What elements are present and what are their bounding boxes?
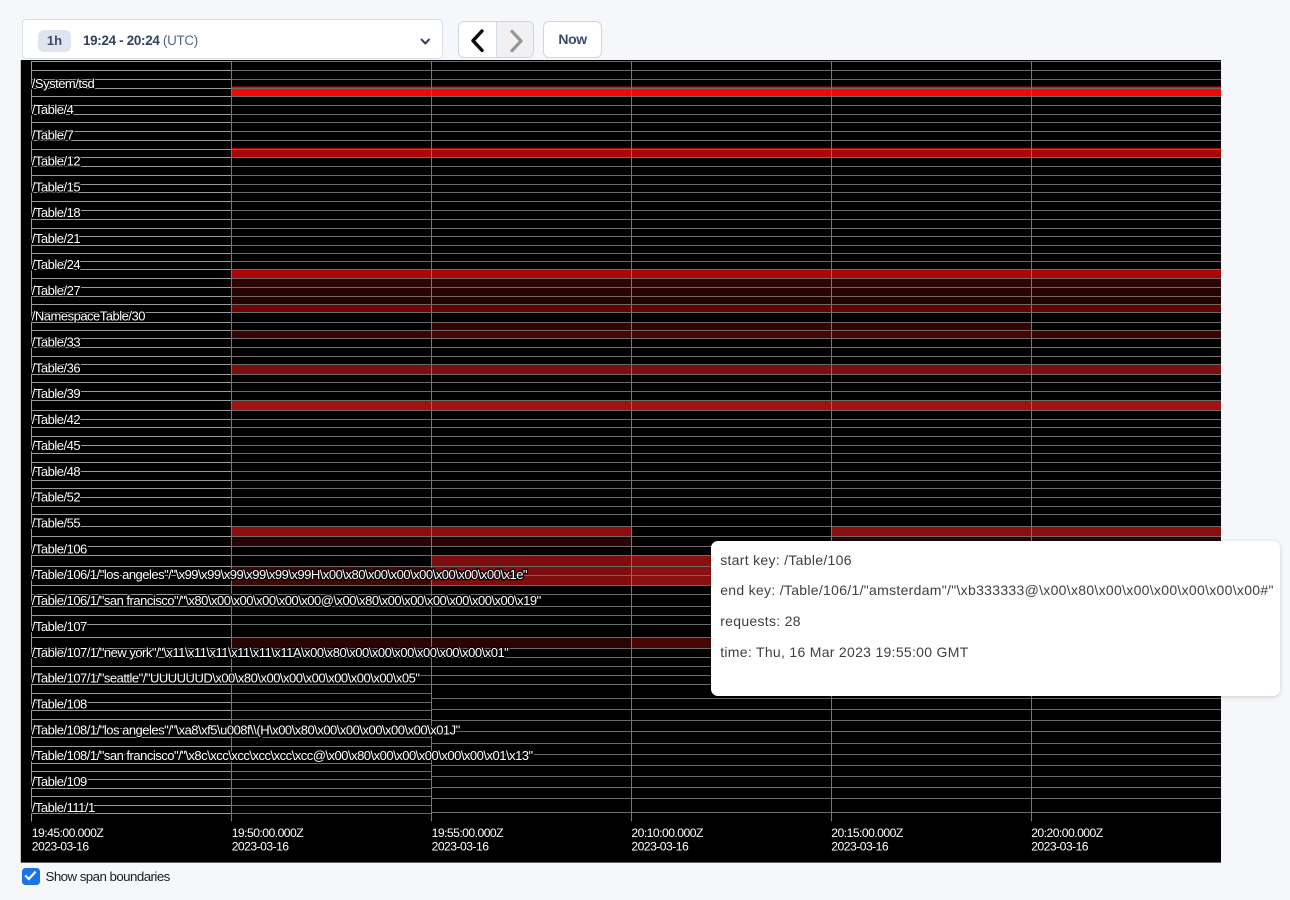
svg-text:/Table/107/1/"seattle"/"UUUUUU: /Table/107/1/"seattle"/"UUUUUUD\x00\x80\… <box>32 671 421 686</box>
svg-text:/Table/107/1/"new york"/"\x11\: /Table/107/1/"new york"/"\x11\x11\x11\x1… <box>32 645 509 660</box>
svg-text:/Table/39: /Table/39 <box>32 386 81 401</box>
svg-text:19:50:00.000Z: 19:50:00.000Z <box>232 826 305 840</box>
svg-text:/Table/108/1/"los angeles"/"\x: /Table/108/1/"los angeles"/"\xa8\xf5\u00… <box>32 722 461 737</box>
svg-text:/Table/45: /Table/45 <box>32 438 81 453</box>
svg-text:/Table/18: /Table/18 <box>32 205 81 220</box>
svg-text:2023-03-16: 2023-03-16 <box>1031 839 1089 853</box>
svg-text:19:45:00.000Z: 19:45:00.000Z <box>32 826 105 840</box>
svg-text:/Table/107: /Table/107 <box>32 619 87 634</box>
svg-text:2023-03-16: 2023-03-16 <box>432 839 490 853</box>
svg-text:19:55:00.000Z: 19:55:00.000Z <box>432 826 505 840</box>
svg-text:/Table/106/1/"los angeles"/"\x: /Table/106/1/"los angeles"/"\x99\x99\x99… <box>32 567 528 582</box>
svg-text:2023-03-16: 2023-03-16 <box>831 839 889 853</box>
svg-text:2023-03-16: 2023-03-16 <box>32 839 90 853</box>
svg-text:/Table/42: /Table/42 <box>32 412 81 427</box>
svg-text:/Table/33: /Table/33 <box>32 335 81 350</box>
svg-text:20:10:00.000Z: 20:10:00.000Z <box>631 826 704 840</box>
svg-text:/Table/52: /Table/52 <box>32 490 81 505</box>
svg-text:20:15:00.000Z: 20:15:00.000Z <box>831 826 904 840</box>
svg-text:/Table/106: /Table/106 <box>32 541 87 556</box>
svg-text:/Table/4: /Table/4 <box>32 102 74 117</box>
svg-text:/Table/106/1/"san francisco"/": /Table/106/1/"san francisco"/"\x80\x00\x… <box>32 593 542 608</box>
svg-text:/Table/21: /Table/21 <box>32 231 81 246</box>
svg-text:/Table/55: /Table/55 <box>32 516 81 531</box>
svg-text:/Table/12: /Table/12 <box>32 154 81 169</box>
svg-text:2023-03-16: 2023-03-16 <box>232 839 290 853</box>
svg-text:/System/tsd: /System/tsd <box>32 76 95 91</box>
svg-text:/Table/108: /Table/108 <box>32 697 87 712</box>
svg-text:/Table/7: /Table/7 <box>32 128 74 143</box>
svg-text:/Table/36: /Table/36 <box>32 360 81 375</box>
svg-text:/Table/15: /Table/15 <box>32 179 81 194</box>
svg-text:/NamespaceTable/30: /NamespaceTable/30 <box>32 309 145 324</box>
svg-text:/Table/108/1/"san francisco"/": /Table/108/1/"san francisco"/"\x8c\xcc\x… <box>32 748 534 763</box>
svg-text:2023-03-16: 2023-03-16 <box>631 839 689 853</box>
svg-text:/Table/109: /Table/109 <box>32 774 87 789</box>
svg-text:/Table/48: /Table/48 <box>32 464 81 479</box>
svg-text:/Table/24: /Table/24 <box>32 257 81 272</box>
svg-text:/Table/27: /Table/27 <box>32 283 81 298</box>
svg-text:/Table/111/1: /Table/111/1 <box>32 800 95 815</box>
svg-text:20:20:00.000Z: 20:20:00.000Z <box>1031 826 1104 840</box>
